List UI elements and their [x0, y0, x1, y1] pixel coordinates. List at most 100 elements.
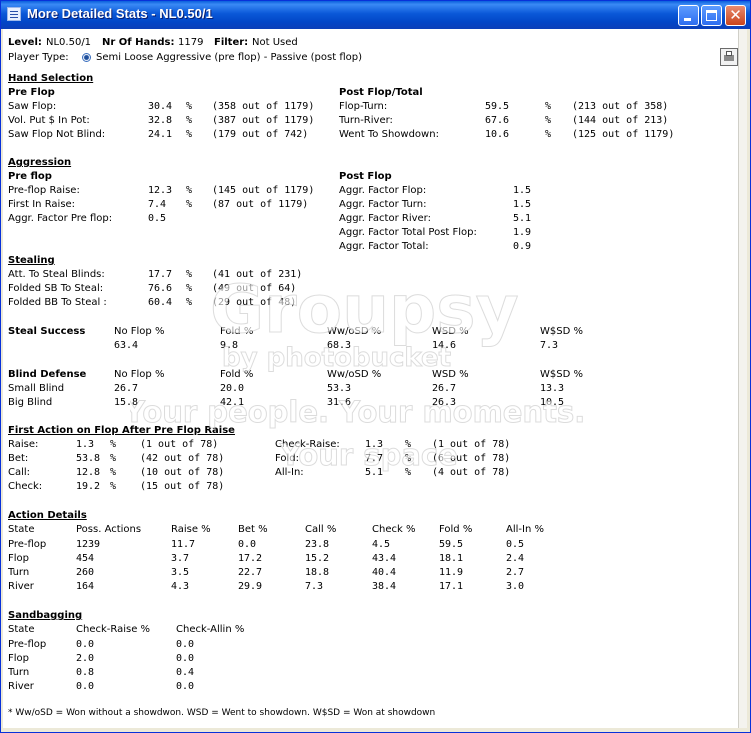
blind-defense-header: Ww/oSD %	[327, 369, 382, 380]
action-details-value: 11.7	[171, 539, 196, 550]
ag-pre-unit: %	[186, 199, 193, 210]
hs-post-unit: %	[545, 129, 552, 140]
steal-label: Folded BB To Steal :	[8, 297, 107, 308]
steal-success-header: Fold %	[220, 326, 254, 337]
maximize-icon	[706, 10, 717, 21]
first-action-title: First Action on Flop After Pre Flop Rais…	[8, 425, 235, 436]
action-details-state: Pre-flop	[8, 539, 47, 550]
sandbagging-header: Check-Allin %	[176, 624, 245, 635]
steal-detail: (29 out of 48)	[212, 297, 297, 308]
steal-unit: %	[186, 297, 193, 308]
hs-pre-unit: %	[186, 101, 193, 112]
print-icon[interactable]	[720, 48, 738, 66]
action-details-header: State	[8, 524, 35, 535]
ag-pre-label: First In Raise:	[8, 199, 76, 210]
steal-unit: %	[186, 269, 193, 280]
action-details-value: 2.7	[506, 567, 525, 578]
ag-pre-value: 0.5	[148, 213, 167, 224]
hs-post-detail: (144 out of 213)	[572, 115, 669, 126]
hs-pre-unit: %	[186, 115, 193, 126]
ag-pre-label: Aggr. Factor Pre flop:	[8, 213, 113, 224]
window-title: More Detailed Stats - NL0.50/1	[27, 6, 213, 21]
ag-post-value: 1.5	[513, 199, 532, 210]
fa-left-label: Call:	[8, 467, 31, 478]
hs-pre-label: Saw Flop Not Blind:	[8, 129, 106, 140]
blind-defense-header: W$SD %	[540, 369, 583, 380]
hand-selection-post-title: Post Flop/Total	[339, 87, 423, 98]
close-button[interactable]: ✕	[725, 5, 746, 26]
sandbagging-title: Sandbagging	[8, 610, 83, 621]
steal-value: 17.7	[148, 269, 173, 280]
action-details-state: Flop	[8, 553, 29, 564]
blind-defense-value: 53.3	[327, 383, 352, 394]
action-details-value: 29.9	[238, 581, 263, 592]
hs-pre-value: 30.4	[148, 101, 173, 112]
sandbagging-value: 0.0	[76, 639, 95, 650]
blind-defense-value: 20.0	[220, 383, 245, 394]
fa-right-detail: (4 out of 78)	[432, 467, 511, 478]
steal-success-header: Ww/oSD %	[327, 326, 382, 337]
action-details-header: All-In %	[506, 524, 544, 535]
minimize-icon	[684, 18, 691, 21]
action-details-value: 23.8	[305, 539, 330, 550]
steal-success-title: Steal Success	[8, 326, 86, 337]
fa-left-unit: %	[110, 453, 117, 464]
title-bar[interactable]: More Detailed Stats - NL0.50/1 ✕	[1, 1, 750, 29]
fa-left-unit: %	[110, 481, 117, 492]
ag-post-label: Aggr. Factor Flop:	[339, 185, 427, 196]
minimize-button[interactable]	[678, 5, 699, 26]
maximize-button[interactable]	[701, 5, 722, 26]
vertical-scrollbar[interactable]	[738, 29, 747, 728]
action-details-value: 43.4	[372, 553, 397, 564]
action-details-header: Fold %	[439, 524, 473, 535]
steal-success-header: W$SD %	[540, 326, 583, 337]
action-details-value: 17.1	[439, 581, 464, 592]
fa-left-value: 12.8	[76, 467, 101, 478]
ag-pre-detail: (145 out of 1179)	[212, 185, 315, 196]
hs-post-detail: (125 out of 1179)	[572, 129, 675, 140]
action-details-value: 3.7	[171, 553, 190, 564]
steal-detail: (41 out of 231)	[212, 269, 303, 280]
action-details-value: 0.5	[506, 539, 525, 550]
ag-post-label: Aggr. Factor Turn:	[339, 199, 427, 210]
fa-left-detail: (1 out of 78)	[140, 439, 219, 450]
action-details-value: 7.3	[305, 581, 324, 592]
fa-right-detail: (1 out of 78)	[432, 439, 511, 450]
action-details-value: 15.2	[305, 553, 330, 564]
action-details-header: Call %	[305, 524, 337, 535]
action-details-value: 4.3	[171, 581, 190, 592]
action-details-header: Poss. Actions	[76, 524, 142, 535]
hs-post-label: Turn-River:	[339, 115, 393, 126]
steal-label: Folded SB To Steal:	[8, 283, 104, 294]
level-label: Level:	[8, 37, 42, 48]
blind-defense-header: WSD %	[432, 369, 469, 380]
ag-post-value: 0.9	[513, 241, 532, 252]
action-details-header: Check %	[372, 524, 416, 535]
ag-post-label: Aggr. Factor Total Post Flop:	[339, 227, 477, 238]
filter-value: Not Used	[252, 37, 298, 48]
action-details-header: Bet %	[238, 524, 268, 535]
sandbagging-value: 0.0	[176, 653, 195, 664]
hs-post-value: 59.5	[485, 101, 510, 112]
steal-success-value: 14.6	[432, 340, 457, 351]
fa-right-unit: %	[405, 467, 412, 478]
stats-window-icon[interactable]	[7, 7, 21, 21]
sandbagging-value: 0.0	[76, 681, 95, 692]
fa-left-label: Check:	[8, 481, 43, 492]
fa-left-unit: %	[110, 467, 117, 478]
hs-pre-value: 24.1	[148, 129, 173, 140]
blind-defense-value: 15.8	[114, 397, 139, 408]
blind-defense-value: 26.7	[114, 383, 139, 394]
sandbagging-header: Check-Raise %	[76, 624, 151, 635]
action-details-value: 38.4	[372, 581, 397, 592]
sandbagging-state: River	[8, 681, 34, 692]
steal-value: 76.6	[148, 283, 173, 294]
ag-post-value: 1.5	[513, 185, 532, 196]
player-type-radio[interactable]	[82, 53, 91, 62]
sandbagging-value: 0.4	[176, 667, 195, 678]
hs-post-label: Went To Showdown:	[339, 129, 439, 140]
hs-pre-value: 32.8	[148, 115, 173, 126]
fa-left-label: Raise:	[8, 439, 39, 450]
fa-right-value: 1.3	[365, 439, 384, 450]
action-details-state: River	[8, 581, 34, 592]
